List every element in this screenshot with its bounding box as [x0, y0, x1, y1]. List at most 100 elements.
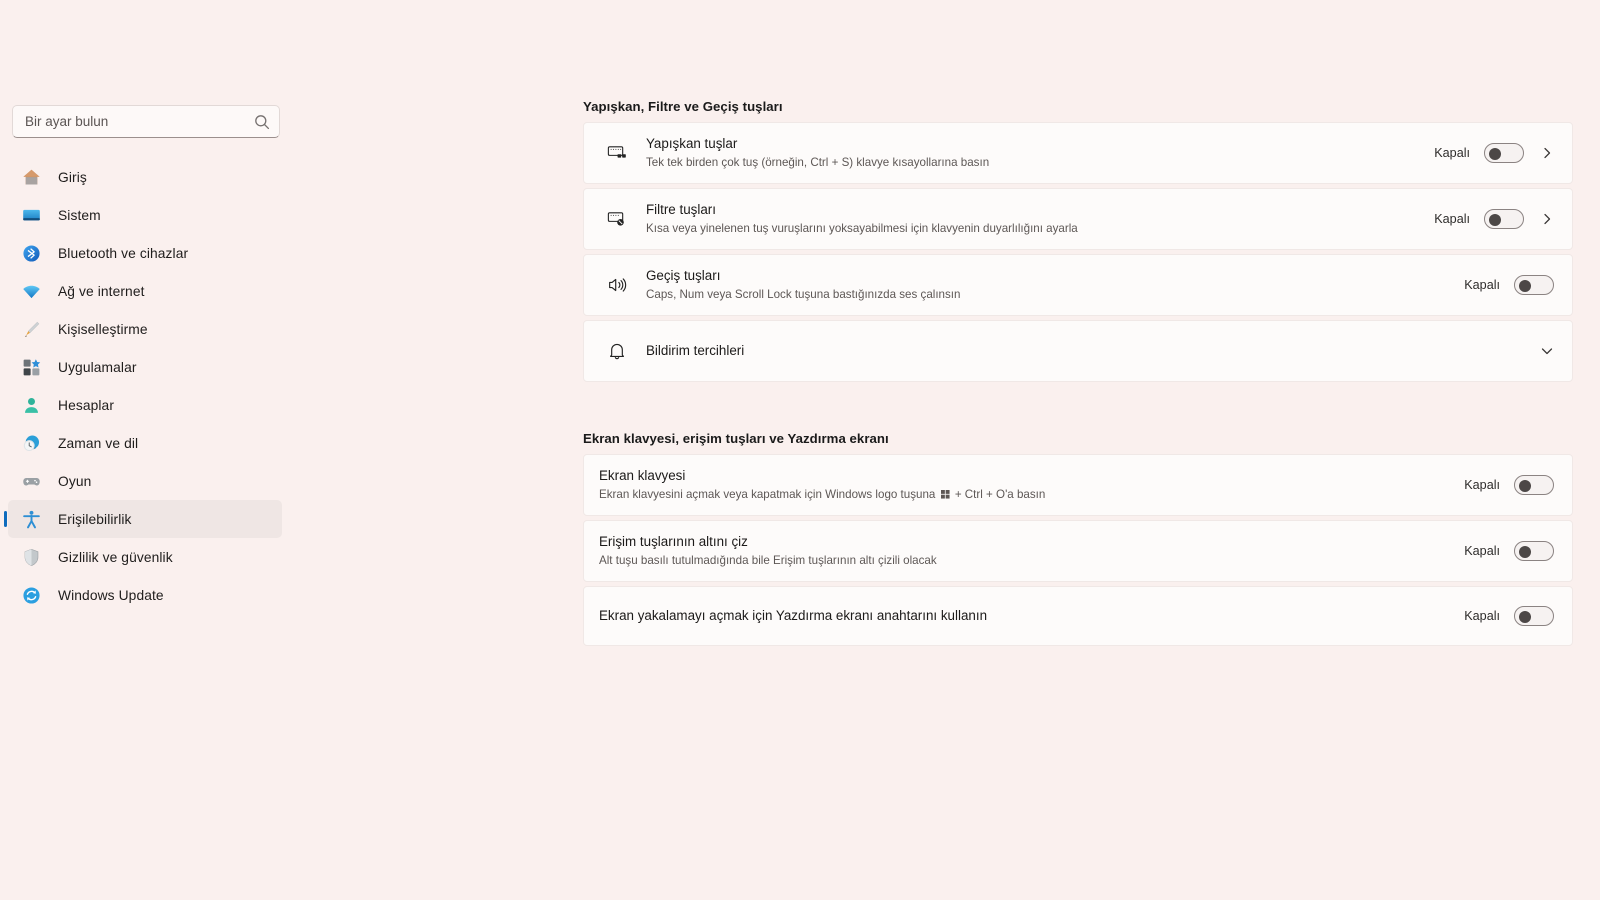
setting-row-toggle-keys[interactable]: Geçiş tuşları Caps, Num veya Scroll Lock…	[583, 254, 1573, 316]
filter-keys-toggle[interactable]	[1484, 209, 1524, 229]
setting-title: Ekran yakalamayı açmak için Yazdırma ekr…	[599, 607, 988, 623]
sidebar-item-label: Gizlilik ve güvenlik	[58, 549, 173, 565]
sidebar-item-label: Giriş	[58, 169, 87, 185]
sidebar-item-label: Zaman ve dil	[58, 435, 139, 451]
search-icon[interactable]	[253, 113, 271, 131]
search-input[interactable]	[25, 114, 253, 129]
setting-description: Tek tek birden çok tuş (örneğin, Ctrl + …	[646, 155, 990, 169]
setting-description: Kısa veya yinelenen tuş vuruşlarını yoks…	[646, 221, 1078, 235]
setting-controls: Kapalı	[1434, 143, 1554, 163]
sidebar-nav: Giriş Sistem Bluetooth ve cihazlar Ağ ve…	[4, 158, 282, 614]
sidebar-item-sistem[interactable]: Sistem	[8, 196, 282, 234]
gamepad-icon	[20, 470, 42, 492]
windows-logo-key-icon	[940, 488, 950, 499]
sidebar-item-hesaplar[interactable]: Hesaplar	[8, 386, 282, 424]
paintbrush-icon	[20, 318, 42, 340]
sticky-keys-toggle[interactable]	[1484, 143, 1524, 163]
filter-keys-icon	[594, 208, 640, 230]
sidebar-item-label: Bluetooth ve cihazlar	[58, 245, 189, 261]
accessibility-icon	[20, 508, 42, 530]
setting-description-after: + Ctrl + O'a basın	[951, 487, 1046, 501]
setting-row-filter-keys[interactable]: Filtre tuşları Kısa veya yinelenen tuş v…	[583, 188, 1573, 250]
chevron-right-icon[interactable]	[1540, 212, 1554, 226]
setting-title: Filtre tuşları	[646, 201, 716, 217]
setting-description: Alt tuşu basılı tutulmadığında bile Eriş…	[599, 553, 937, 567]
setting-title: Ekran klavyesi	[599, 467, 686, 483]
toggle-state-label: Kapalı	[1464, 278, 1500, 292]
setting-text: Yapışkan tuşlar Tek tek birden çok tuş (…	[640, 135, 1434, 172]
section-sticky-filter-toggle-keys: Yapışkan, Filtre ve Geçiş tuşları Yapışk…	[583, 99, 1573, 382]
setting-title: Erişim tuşlarının altını çiz	[599, 533, 748, 549]
sidebar-item-bluetooth[interactable]: Bluetooth ve cihazlar	[8, 234, 282, 272]
section-onscreen-keyboard-access-printscreen: Ekran klavyesi, erişim tuşları ve Yazdır…	[583, 431, 1573, 646]
setting-controls: Kapalı	[1464, 475, 1554, 495]
toggle-state-label: Kapalı	[1464, 478, 1500, 492]
speaker-icon	[594, 274, 640, 296]
setting-row-notification-preferences[interactable]: Bildirim tercihleri	[583, 320, 1573, 382]
bluetooth-icon	[20, 242, 42, 264]
update-icon	[20, 584, 42, 606]
setting-title: Bildirim tercihleri	[646, 342, 745, 358]
setting-row-underline-access-keys[interactable]: Erişim tuşlarının altını çiz Alt tuşu ba…	[583, 520, 1573, 582]
wifi-icon	[20, 280, 42, 302]
sidebar-item-kisisellestirme[interactable]: Kişiselleştirme	[8, 310, 282, 348]
monitor-icon	[20, 204, 42, 226]
setting-controls: Kapalı	[1434, 209, 1554, 229]
setting-row-printscreen-key[interactable]: Ekran yakalamayı açmak için Yazdırma ekr…	[583, 586, 1573, 646]
toggle-keys-toggle[interactable]	[1514, 275, 1554, 295]
setting-text: Ekran yakalamayı açmak için Yazdırma ekr…	[584, 607, 1464, 625]
sidebar-item-label: Erişilebilirlik	[58, 511, 132, 527]
apps-icon	[20, 356, 42, 378]
home-icon	[20, 166, 42, 188]
sidebar-item-label: Hesaplar	[58, 397, 115, 413]
sidebar-item-gizlilik-ve-guvenlik[interactable]: Gizlilik ve güvenlik	[8, 538, 282, 576]
chevron-right-icon[interactable]	[1540, 146, 1554, 160]
sidebar-item-label: Uygulamalar	[58, 359, 137, 375]
setting-description: Ekran klavyesini açmak veya kapatmak içi…	[599, 487, 1464, 504]
card-stack: Yapışkan tuşlar Tek tek birden çok tuş (…	[583, 122, 1573, 382]
toggle-state-label: Kapalı	[1434, 212, 1470, 226]
setting-text: Bildirim tercihleri	[640, 342, 1538, 360]
chevron-down-icon[interactable]	[1540, 344, 1554, 358]
setting-description-before: Ekran klavyesini açmak veya kapatmak içi…	[599, 487, 939, 501]
sticky-keys-icon	[594, 142, 640, 164]
sidebar-item-ag-internet[interactable]: Ağ ve internet	[8, 272, 282, 310]
section-title: Ekran klavyesi, erişim tuşları ve Yazdır…	[583, 431, 889, 446]
toggle-state-label: Kapalı	[1434, 146, 1470, 160]
sidebar-item-erisilebilirlik[interactable]: Erişilebilirlik	[4, 500, 282, 538]
setting-text: Ekran klavyesi Ekran klavyesini açmak ve…	[584, 467, 1464, 504]
sidebar-item-windows-update[interactable]: Windows Update	[8, 576, 282, 614]
search-box[interactable]	[12, 105, 280, 138]
setting-controls: Kapalı	[1464, 541, 1554, 561]
sidebar-item-label: Ağ ve internet	[58, 283, 145, 299]
setting-title: Yapışkan tuşlar	[646, 135, 738, 151]
sidebar-item-giris[interactable]: Giriş	[8, 158, 282, 196]
setting-controls: Kapalı	[1464, 606, 1554, 626]
onscreen-keyboard-toggle[interactable]	[1514, 475, 1554, 495]
setting-text: Erişim tuşlarının altını çiz Alt tuşu ba…	[584, 533, 1464, 570]
setting-description: Caps, Num veya Scroll Lock tuşuna bastığ…	[646, 287, 961, 301]
settings-window: Giriş Sistem	[0, 0, 1600, 900]
setting-row-onscreen-keyboard[interactable]: Ekran klavyesi Ekran klavyesini açmak ve…	[583, 454, 1573, 516]
sidebar-item-label: Kişiselleştirme	[58, 321, 148, 337]
sidebar-item-uygulamalar[interactable]: Uygulamalar	[8, 348, 282, 386]
card-stack: Ekran klavyesi Ekran klavyesini açmak ve…	[583, 454, 1573, 646]
shield-icon	[20, 546, 42, 568]
printscreen-key-toggle[interactable]	[1514, 606, 1554, 626]
search-container	[12, 105, 280, 138]
setting-row-sticky-keys[interactable]: Yapışkan tuşlar Tek tek birden çok tuş (…	[583, 122, 1573, 184]
underline-access-keys-toggle[interactable]	[1514, 541, 1554, 561]
sidebar-item-oyun[interactable]: Oyun	[8, 462, 282, 500]
section-title: Yapışkan, Filtre ve Geçiş tuşları	[583, 99, 783, 114]
person-icon	[20, 394, 42, 416]
sidebar: Giriş Sistem	[0, 0, 300, 900]
sidebar-item-label: Windows Update	[58, 587, 164, 603]
toggle-state-label: Kapalı	[1464, 609, 1500, 623]
toggle-state-label: Kapalı	[1464, 544, 1500, 558]
sidebar-item-zaman-ve-dil[interactable]: Zaman ve dil	[8, 424, 282, 462]
sidebar-item-label: Oyun	[58, 473, 92, 489]
bell-icon	[594, 340, 640, 362]
sidebar-item-label: Sistem	[58, 207, 101, 223]
clock-globe-icon	[20, 432, 42, 454]
setting-controls	[1538, 344, 1554, 358]
